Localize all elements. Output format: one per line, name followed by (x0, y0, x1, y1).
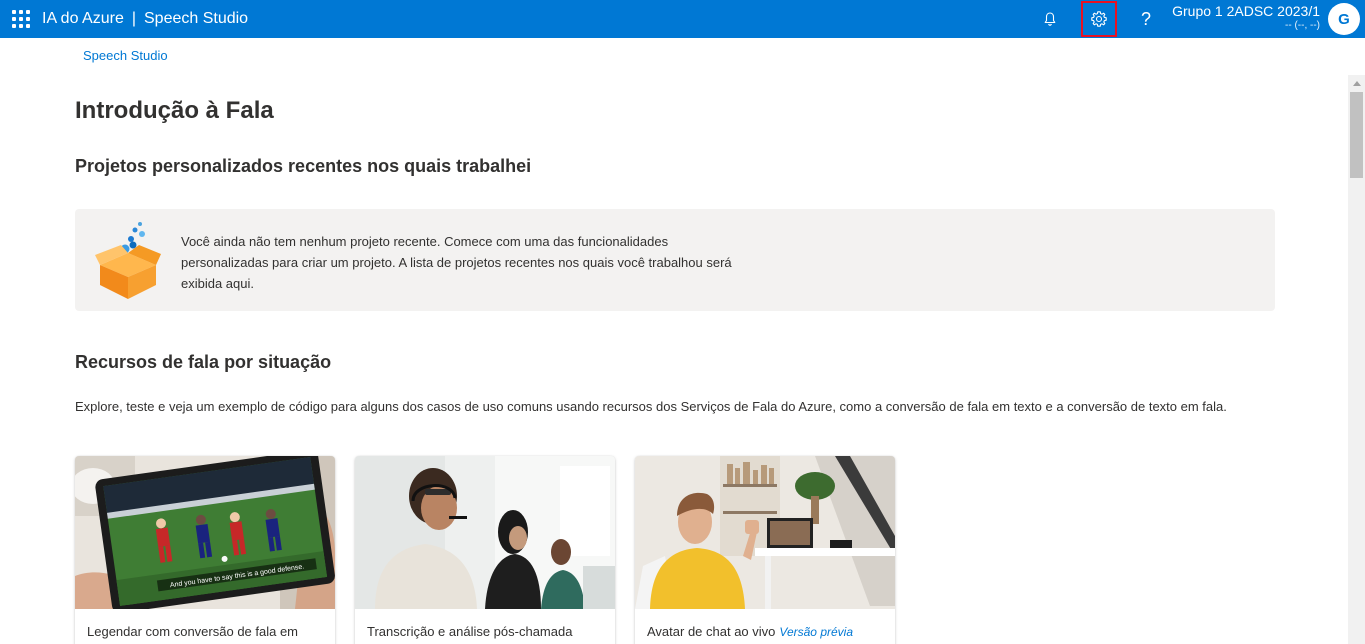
page-title: Introdução à Fala (75, 97, 274, 124)
app-brand[interactable]: IA do Azure | Speech Studio (42, 9, 248, 29)
scenario-card-title-text: Avatar de chat ao vivo (647, 624, 776, 639)
scroll-up-arrow-icon[interactable] (1348, 75, 1365, 91)
empty-message-line: exibida aqui. (181, 276, 254, 291)
brand-separator: | (131, 10, 136, 27)
recent-projects-empty-state: Você ainda não tem nenhum projeto recent… (75, 209, 1275, 311)
app-name: IA do Azure (42, 10, 124, 27)
card-image-video-chat (635, 456, 895, 609)
card-image-soccer-tablet: And you have to say this is a good defen… (75, 456, 335, 609)
scenario-card-title: Avatar de chat ao vivo Versão prévia (647, 624, 853, 639)
user-tenant: -- (--, --) (1285, 20, 1320, 31)
user-name: Grupo 1 2ADSC 2023/1 (1172, 3, 1320, 19)
preview-badge: Versão prévia (779, 625, 853, 639)
page-scrollbar[interactable] (1348, 75, 1365, 644)
scenario-card-title: Legendar com conversão de fala em (87, 624, 299, 639)
card-image-call-center (355, 456, 615, 609)
avatar[interactable]: G (1328, 3, 1360, 35)
bell-icon (1044, 12, 1056, 26)
gear-icon (1091, 11, 1107, 27)
scenario-card-captioning[interactable]: And you have to say this is a good defen… (75, 456, 335, 644)
notifications-button[interactable] (1033, 4, 1067, 34)
breadcrumb[interactable]: Speech Studio (83, 48, 168, 63)
scenarios-heading: Recursos de fala por situação (75, 352, 332, 372)
help-button[interactable]: ? (1129, 4, 1163, 34)
recent-projects-empty-message: Você ainda não tem nenhum projeto recent… (181, 231, 801, 294)
top-bar: IA do Azure | Speech Studio ? Grupo 1 2ADS… (0, 0, 1365, 38)
scrollbar-thumb[interactable] (1350, 92, 1363, 178)
settings-button[interactable] (1081, 1, 1117, 37)
empty-message-line: Você ainda não tem nenhum projeto recent… (181, 234, 669, 249)
scenario-card-title: Transcrição e análise pós-chamada (367, 624, 573, 639)
user-info[interactable]: Grupo 1 2ADSC 2023/1 -- (--, --) (1172, 3, 1320, 33)
scenario-card-live-chat-avatar[interactable]: Avatar de chat ao vivo Versão prévia (635, 456, 895, 644)
recent-projects-heading: Projetos personalizados recentes nos qua… (75, 156, 532, 176)
help-icon: ? (1140, 8, 1151, 29)
scenario-card-post-call-analytics[interactable]: Transcrição e análise pós-chamada (355, 456, 615, 644)
empty-message-line: personalizadas para criar um projeto. A … (181, 255, 732, 270)
product-name: Speech Studio (144, 10, 249, 27)
waffle-icon[interactable] (12, 10, 30, 28)
open-box-icon (95, 222, 161, 299)
scenarios-description: Explore, teste e veja um exemplo de códi… (75, 399, 1227, 414)
